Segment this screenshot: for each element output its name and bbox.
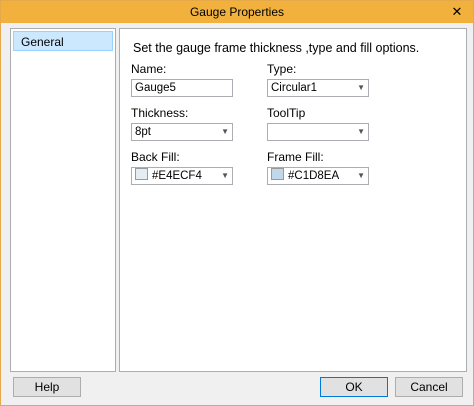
- frame-fill-label: Frame Fill:: [267, 150, 324, 164]
- back-fill-label: Back Fill:: [131, 150, 180, 164]
- chevron-down-icon: ▼: [221, 171, 229, 180]
- help-button[interactable]: Help: [13, 377, 81, 397]
- title-bar: Gauge Properties ✕: [1, 1, 473, 23]
- thickness-select[interactable]: 8pt ▼: [131, 123, 233, 141]
- general-panel: Set the gauge frame thickness ,type and …: [119, 28, 467, 372]
- back-fill-value: #E4ECF4: [152, 170, 202, 182]
- frame-fill-value: #C1D8EA: [288, 170, 340, 182]
- type-select[interactable]: Circular1 ▼: [267, 79, 369, 97]
- frame-fill-swatch: [271, 168, 284, 180]
- chevron-down-icon: ▼: [221, 127, 229, 136]
- thickness-value: 8pt: [135, 126, 151, 138]
- chevron-down-icon: ▼: [357, 171, 365, 180]
- dialog-title: Gauge Properties: [189, 5, 285, 19]
- type-value: Circular1: [271, 82, 318, 94]
- panel-description: Set the gauge frame thickness ,type and …: [133, 41, 420, 55]
- back-fill-color-picker[interactable]: #E4ECF4 ▼: [131, 167, 233, 185]
- cancel-button[interactable]: Cancel: [395, 377, 463, 397]
- sidebar-item-general[interactable]: General: [13, 31, 113, 51]
- name-label: Name:: [131, 62, 167, 76]
- gauge-properties-dialog: Gauge Properties ✕ General Set the gauge…: [0, 0, 474, 406]
- frame-fill-color-picker[interactable]: #C1D8EA ▼: [267, 167, 369, 185]
- sidebar: General: [10, 28, 116, 372]
- tooltip-select[interactable]: ▼: [267, 123, 369, 141]
- close-icon[interactable]: ✕: [449, 4, 465, 20]
- name-input[interactable]: Gauge5: [131, 79, 233, 97]
- thickness-label: Thickness:: [131, 106, 189, 120]
- type-label: Type:: [267, 62, 297, 76]
- chevron-down-icon: ▼: [357, 127, 365, 136]
- tooltip-label: ToolTip: [267, 106, 306, 120]
- ok-button[interactable]: OK: [320, 377, 388, 397]
- back-fill-swatch: [135, 168, 148, 180]
- chevron-down-icon: ▼: [357, 83, 365, 92]
